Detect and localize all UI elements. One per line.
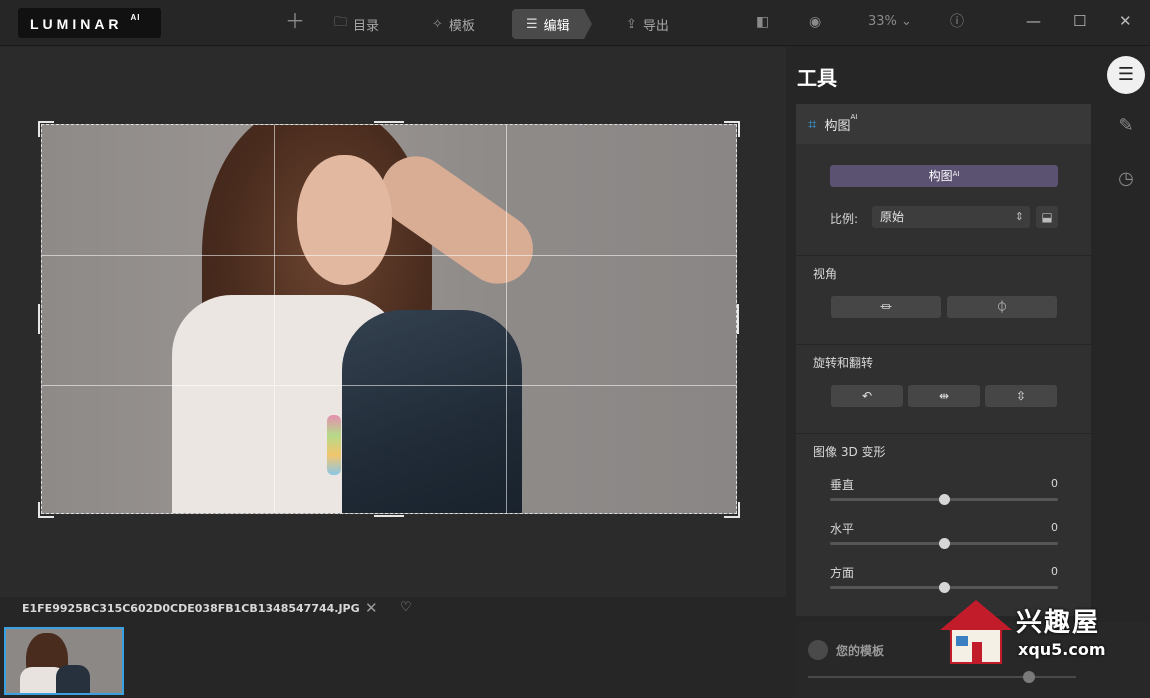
crop-grid-line — [506, 125, 507, 513]
heart-icon[interactable]: ♡ — [400, 600, 412, 616]
flip-vertical-button[interactable]: ⇳ — [985, 385, 1057, 407]
vertical-perspective-icon: ⏀ — [995, 300, 1008, 314]
watermark-cn: 兴趣屋 — [1016, 608, 1101, 638]
crop-grid-line — [274, 125, 275, 513]
share-icon: ⇪ — [626, 16, 637, 32]
sparkle-icon: ✧ — [432, 16, 443, 32]
template-amount-slider[interactable] — [808, 671, 1076, 683]
maximize-icon[interactable]: ☐ — [1073, 12, 1086, 30]
tools-title: 工具 — [797, 66, 837, 90]
rotate-ratio-icon[interactable]: ⬓ — [1036, 206, 1058, 228]
tab-export-label: 导出 — [642, 18, 669, 34]
luminar-logo: LUMINAR AI — [18, 8, 161, 38]
compose-ai-button[interactable]: 构图AI — [830, 165, 1058, 187]
compare-icon[interactable]: ◧ — [756, 14, 769, 30]
rotate-button[interactable]: ↶ — [831, 385, 903, 407]
ratio-select[interactable]: 原始 ⇕ — [872, 206, 1030, 228]
tab-edit[interactable]: ☰ 编辑 — [512, 9, 592, 39]
brush-icon[interactable]: ✎ — [1107, 107, 1145, 145]
thumb-jeans — [56, 665, 90, 693]
flip-vertical-icon: ⇳ — [1015, 389, 1027, 403]
template-toggle[interactable] — [808, 640, 828, 660]
add-photos-icon[interactable]: ＋ — [285, 11, 305, 31]
photo-necklace — [327, 415, 341, 475]
perspective-title: 视角 — [813, 267, 838, 281]
updown-chevron-icon: ⇕ — [1014, 210, 1024, 223]
help-icon[interactable]: ⓘ — [950, 14, 964, 30]
slider-vertical[interactable] — [830, 494, 1058, 505]
minimize-icon[interactable]: — — [1026, 12, 1041, 30]
house-logo-icon — [940, 600, 1012, 666]
tab-templates-label: 模板 — [448, 18, 475, 34]
crop-handle-left[interactable] — [38, 304, 41, 334]
templates-label: 您的模板 — [836, 644, 885, 658]
zoom-select[interactable]: 33% ⌄ — [868, 14, 912, 29]
slider-value-horizontal: 0 — [1051, 521, 1058, 534]
crop-handle-right[interactable] — [737, 304, 740, 334]
close-icon[interactable]: ✕ — [1119, 12, 1132, 30]
slider-label-aspect: 方面 — [830, 566, 855, 580]
filmstrip-thumbnail[interactable] — [4, 627, 124, 695]
flip-horizontal-button[interactable]: ⇹ — [908, 385, 980, 407]
slider-value-aspect: 0 — [1051, 565, 1058, 578]
rotate-icon: ↶ — [861, 389, 873, 403]
divider — [796, 433, 1091, 434]
top-bar: LUMINAR AI ＋ 🗀 目录 ✧ 模板 ☰ 编辑 ⇪ 导出 ◧ ◉ 33%… — [0, 0, 1150, 46]
flip-horizontal-icon: ⇹ — [938, 389, 950, 403]
tab-export[interactable]: ⇪ 导出 — [612, 9, 683, 39]
crop-section-header[interactable]: ⌗ 构图AI — [796, 104, 1091, 144]
tab-edit-label: 编辑 — [543, 18, 570, 34]
divider — [796, 344, 1091, 345]
photo-jeans — [342, 310, 522, 513]
crop-icon: ⌗ — [808, 115, 817, 133]
horizontal-perspective-button[interactable]: ⏛ — [831, 296, 941, 318]
crop-grid-line — [42, 385, 736, 386]
slider-knob[interactable] — [939, 538, 950, 549]
slider-value-vertical: 0 — [1051, 477, 1058, 490]
rotate-flip-title: 旋转和翻转 — [813, 356, 874, 370]
crop-handle-top[interactable] — [374, 121, 404, 124]
tools-sliders-icon[interactable]: ☰ — [1107, 56, 1145, 94]
watermark-url: xqu5.com — [1018, 640, 1106, 659]
folder-icon: 🗀 — [334, 15, 348, 30]
transform3d-title: 图像 3D 变形 — [813, 445, 886, 459]
photo-face — [297, 155, 392, 285]
crop-section-title: 构图AI — [824, 112, 858, 134]
slider-aspect[interactable] — [830, 582, 1058, 593]
reject-icon[interactable]: ✕ — [365, 600, 378, 616]
photo-preview[interactable] — [41, 124, 737, 514]
ratio-label: 比例: — [830, 212, 859, 226]
crop-handle-bottom-left[interactable] — [38, 502, 54, 518]
divider — [796, 255, 1091, 256]
tools-panel: ⌗ 构图AI 构图AI 比例: 原始 ⇕ ⬓ 视角 ⏛ ⏀ 旋转和翻转 ↶ ⇹ … — [796, 104, 1091, 616]
tab-catalog-label: 目录 — [353, 18, 380, 34]
eye-icon[interactable]: ◉ — [809, 14, 821, 30]
crop-handle-top-left[interactable] — [38, 121, 54, 137]
slider-label-vertical: 垂直 — [830, 478, 855, 492]
slider-horizontal[interactable] — [830, 538, 1058, 549]
slider-knob[interactable] — [939, 494, 950, 505]
history-clock-icon[interactable]: ◷ — [1107, 160, 1145, 198]
slider-knob[interactable] — [939, 582, 950, 593]
crop-grid-line — [42, 255, 736, 256]
crop-handle-top-right[interactable] — [724, 121, 740, 137]
sliders-icon: ☰ — [526, 16, 538, 32]
tab-catalog[interactable]: 🗀 目录 — [320, 9, 393, 39]
vertical-perspective-button[interactable]: ⏀ — [947, 296, 1057, 318]
slider-label-horizontal: 水平 — [830, 522, 855, 536]
tab-templates[interactable]: ✧ 模板 — [418, 9, 489, 39]
site-watermark: 兴趣屋 xqu5.com — [936, 598, 1126, 668]
horizontal-perspective-icon: ⏛ — [879, 300, 892, 314]
file-name: E1FE9925BC315C602D0CDE038FB1CB1348547744… — [22, 602, 360, 615]
crop-handle-bottom[interactable] — [374, 515, 404, 518]
template-slider-knob[interactable] — [1023, 671, 1035, 683]
crop-handle-bottom-right[interactable] — [724, 502, 740, 518]
